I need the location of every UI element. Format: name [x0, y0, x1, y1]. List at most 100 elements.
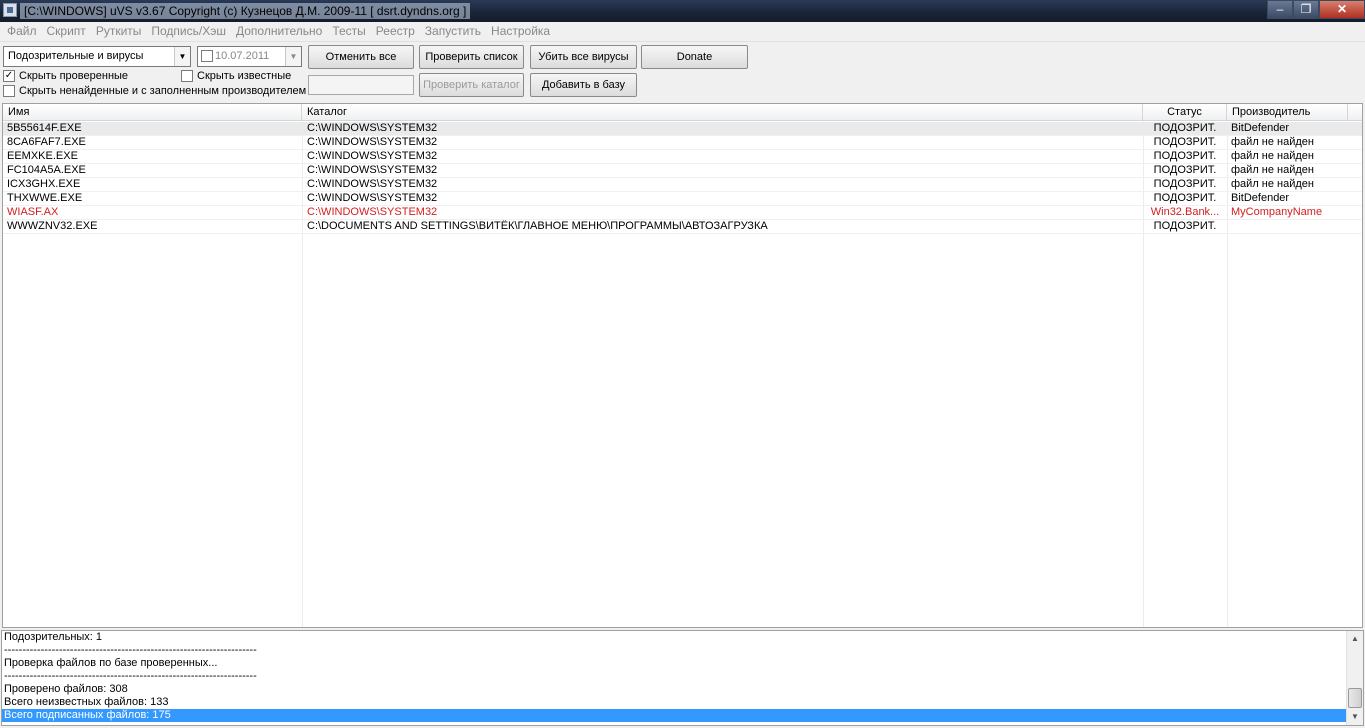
- cell-status: ПОДОЗРИТ.: [1153, 192, 1217, 204]
- close-icon[interactable]: ✕: [1319, 0, 1365, 19]
- table-row[interactable]: 8CA6FAF7.EXE C:\WINDOWS\SYSTEM32 ПОДОЗРИ…: [3, 136, 1362, 150]
- date-enable-checkbox[interactable]: [201, 50, 213, 62]
- date-picker[interactable]: 10.07.2011 ▼: [197, 46, 302, 67]
- folder-field[interactable]: [308, 75, 414, 95]
- cell-vendor: [1227, 220, 1348, 234]
- cell-folder: C:\WINDOWS\SYSTEM32: [307, 136, 438, 148]
- log-line: Проверка файлов по базе проверенных...: [4, 657, 218, 669]
- log-pane[interactable]: Подозрительных: 1 ----------------------…: [1, 630, 1364, 726]
- filter-select[interactable]: Подозрительные и вирусы ▼: [3, 46, 191, 67]
- checkbox-box[interactable]: [3, 85, 15, 97]
- scroll-up-icon[interactable]: ▲: [1347, 631, 1363, 647]
- cell-folder: C:\DOCUMENTS AND SETTINGS\ВИТЁК\ГЛАВНОЕ …: [307, 220, 768, 232]
- menu-run[interactable]: Запустить: [420, 22, 486, 41]
- check-list-button[interactable]: Проверить список: [419, 45, 524, 69]
- window-title: [C:\WINDOWS] uVS v3.67 Copyright (c) Куз…: [20, 3, 471, 19]
- log-scrollbar[interactable]: ▲ ▼: [1346, 631, 1363, 725]
- hide-not-found-label: Скрыть ненайденные и с заполненным произ…: [19, 85, 307, 97]
- donate-button[interactable]: Donate: [641, 45, 748, 69]
- filter-select-value: Подозрительные и вирусы: [8, 50, 144, 62]
- window-controls: – ❐ ✕: [1267, 0, 1365, 20]
- cell-status: ПОДОЗРИТ.: [1153, 122, 1217, 134]
- menu-script[interactable]: Скрипт: [42, 22, 91, 41]
- cell-status: ПОДОЗРИТ.: [1153, 164, 1217, 176]
- log-line: Всего неизвестных файлов: 133: [4, 696, 169, 708]
- menu-rootkits[interactable]: Руткиты: [91, 22, 147, 41]
- hide-checked-label: Скрыть проверенные: [19, 70, 129, 82]
- table-header: Имя Каталог Статус Производитель: [3, 104, 1362, 121]
- cell-folder: C:\WINDOWS\SYSTEM32: [307, 192, 438, 204]
- cell-vendor: файл не найден: [1231, 150, 1314, 162]
- cell-name: EEMXKE.EXE: [7, 150, 78, 162]
- log-line: Подозрительных: 1: [4, 631, 103, 643]
- table-rows: 5B55614F.EXE C:\WINDOWS\SYSTEM32 ПОДОЗРИ…: [3, 122, 1362, 234]
- cell-name: 5B55614F.EXE: [7, 122, 82, 134]
- menu-signature-hash[interactable]: Подпись/Хэш: [146, 22, 231, 41]
- chevron-down-icon[interactable]: ▼: [285, 47, 301, 66]
- log-line: Проверено файлов: 308: [4, 683, 128, 695]
- hide-known-checkbox[interactable]: Скрыть известные: [181, 69, 291, 83]
- restore-icon[interactable]: ❐: [1293, 0, 1319, 19]
- check-folder-button[interactable]: Проверить каталог: [419, 73, 524, 97]
- chevron-down-icon[interactable]: ▼: [174, 47, 190, 66]
- menu-file[interactable]: Файл: [2, 22, 42, 41]
- cell-name: 8CA6FAF7.EXE: [7, 136, 86, 148]
- table-row[interactable]: ICX3GHX.EXE C:\WINDOWS\SYSTEM32 ПОДОЗРИТ…: [3, 178, 1362, 192]
- hide-checked-checkbox[interactable]: ✓ Скрыть проверенные: [3, 69, 128, 83]
- add-to-db-button[interactable]: Добавить в базу: [530, 73, 637, 97]
- kill-all-viruses-button[interactable]: Убить все вирусы: [530, 45, 637, 69]
- cell-folder: C:\WINDOWS\SYSTEM32: [307, 164, 438, 176]
- cell-vendor: MyCompanyName: [1231, 206, 1323, 218]
- cancel-all-button[interactable]: Отменить все: [308, 45, 414, 69]
- checkbox-box[interactable]: [181, 70, 193, 82]
- title-bar: [C:\WINDOWS] uVS v3.67 Copyright (c) Куз…: [0, 0, 1365, 22]
- cell-name: WIASF.AX: [7, 206, 59, 218]
- menu-additional[interactable]: Дополнительно: [231, 22, 327, 41]
- table-row-virus[interactable]: WIASF.AX C:\WINDOWS\SYSTEM32 Win32.Bank.…: [3, 206, 1362, 220]
- hide-known-label: Скрыть известные: [197, 70, 292, 82]
- cell-folder: C:\WINDOWS\SYSTEM32: [307, 178, 438, 190]
- table-row[interactable]: WWWZNV32.EXE C:\DOCUMENTS AND SETTINGS\В…: [3, 220, 1362, 234]
- cell-name: ICX3GHX.EXE: [7, 178, 81, 190]
- cell-status: ПОДОЗРИТ.: [1153, 178, 1217, 190]
- scroll-down-icon[interactable]: ▼: [1347, 709, 1363, 725]
- date-value: 10.07.2011: [215, 50, 270, 62]
- checkmark-icon[interactable]: ✓: [3, 70, 15, 82]
- table-row[interactable]: EEMXKE.EXE C:\WINDOWS\SYSTEM32 ПОДОЗРИТ.…: [3, 150, 1362, 164]
- column-header-folder[interactable]: Каталог: [302, 104, 1143, 121]
- cell-folder: C:\WINDOWS\SYSTEM32: [307, 206, 438, 218]
- app-icon: [3, 3, 17, 17]
- toolbar: Подозрительные и вирусы ▼ 10.07.2011 ▼ О…: [0, 42, 1365, 102]
- cell-vendor: BitDefender: [1231, 192, 1290, 204]
- cell-folder: C:\WINDOWS\SYSTEM32: [307, 122, 438, 134]
- menu-bar: Файл Скрипт Руткиты Подпись/Хэш Дополнит…: [0, 22, 1365, 42]
- cell-status: ПОДОЗРИТ.: [1153, 136, 1217, 148]
- cell-vendor: файл не найден: [1231, 178, 1314, 190]
- scrollbar-thumb[interactable]: [1348, 688, 1362, 708]
- table-row[interactable]: 5B55614F.EXE C:\WINDOWS\SYSTEM32 ПОДОЗРИ…: [3, 122, 1362, 136]
- cell-folder: C:\WINDOWS\SYSTEM32: [307, 150, 438, 162]
- cell-name: FC104A5A.EXE: [7, 164, 86, 176]
- cell-status: Win32.Bank...: [1150, 206, 1220, 218]
- minimize-icon[interactable]: –: [1267, 0, 1293, 19]
- cell-status: ПОДОЗРИТ.: [1153, 150, 1217, 162]
- table-row[interactable]: THXWWE.EXE C:\WINDOWS\SYSTEM32 ПОДОЗРИТ.…: [3, 192, 1362, 206]
- table-row[interactable]: FC104A5A.EXE C:\WINDOWS\SYSTEM32 ПОДОЗРИ…: [3, 164, 1362, 178]
- menu-registry[interactable]: Реестр: [371, 22, 420, 41]
- cell-status: ПОДОЗРИТ.: [1153, 220, 1217, 232]
- cell-name: WWWZNV32.EXE: [7, 220, 98, 232]
- column-header-vendor[interactable]: Производитель: [1227, 104, 1348, 121]
- column-header-name[interactable]: Имя: [3, 104, 302, 121]
- cell-vendor: BitDefender: [1231, 122, 1290, 134]
- log-separator: ----------------------------------------…: [4, 644, 257, 656]
- log-line-selected[interactable]: Всего подписанных файлов: 175: [2, 709, 1348, 722]
- cell-vendor: файл не найден: [1231, 136, 1314, 148]
- cell-vendor: файл не найден: [1231, 164, 1314, 176]
- cell-name: THXWWE.EXE: [7, 192, 83, 204]
- column-header-status[interactable]: Статус: [1143, 104, 1227, 121]
- hide-not-found-checkbox[interactable]: Скрыть ненайденные и с заполненным произ…: [3, 84, 306, 98]
- menu-tests[interactable]: Тесты: [327, 22, 370, 41]
- results-table[interactable]: Имя Каталог Статус Производитель 5B55614…: [2, 103, 1363, 628]
- log-separator: ----------------------------------------…: [4, 670, 257, 682]
- menu-settings[interactable]: Настройка: [486, 22, 555, 41]
